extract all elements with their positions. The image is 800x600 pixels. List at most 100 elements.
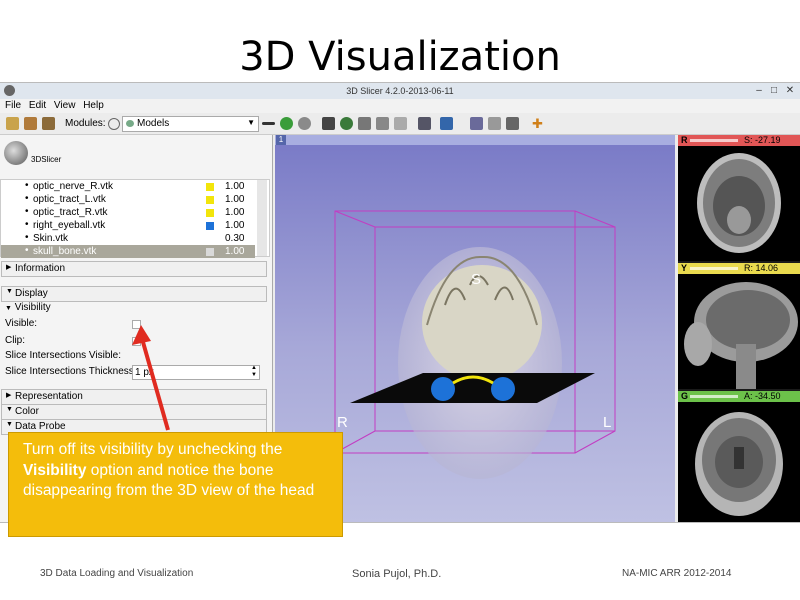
menu-file[interactable]: File	[5, 100, 21, 111]
red-slice-view[interactable]: R S: -27.19	[678, 135, 800, 261]
list-item-selected[interactable]: • skull_bone.vtk 1.00	[1, 245, 255, 258]
menu-edit[interactable]: Edit	[29, 100, 46, 111]
color-swatch[interactable]	[206, 248, 214, 256]
maximize-icon[interactable]: □	[767, 84, 781, 97]
model-name: Skin.vtk	[33, 233, 69, 244]
visible-checkbox[interactable]	[132, 320, 141, 329]
menu-help[interactable]: Help	[83, 100, 104, 111]
transform-icon[interactable]	[358, 117, 371, 130]
list-scrollbar[interactable]	[257, 180, 267, 256]
color-swatch[interactable]	[206, 222, 214, 230]
slice-letter: Y	[681, 263, 688, 273]
minimize-icon[interactable]: –	[752, 84, 766, 97]
layout-icon[interactable]	[418, 117, 431, 130]
skull-bone-model	[422, 265, 542, 381]
sagittal-mri-image	[684, 282, 798, 389]
slice-offset-value: R: 14.06	[744, 263, 779, 273]
screenshot-icon[interactable]	[470, 117, 483, 130]
slice-letter: G	[681, 391, 689, 401]
yellow-slice-view[interactable]: Y R: 14.06	[678, 263, 800, 389]
model-opacity[interactable]: 1.00	[225, 207, 244, 218]
slice-controller-bar[interactable]: Y R: 14.06	[678, 263, 800, 274]
visibility-group-label: Visibility	[14, 302, 51, 313]
eye-icon[interactable]: •	[25, 180, 29, 191]
color-swatch[interactable]	[206, 209, 214, 217]
model-opacity[interactable]: 1.00	[225, 220, 244, 231]
back-arrow-icon[interactable]	[280, 117, 293, 130]
mouse-mode-icon[interactable]	[440, 117, 453, 130]
modules-label: Modules:	[65, 118, 106, 129]
list-item[interactable]: • optic_tract_L.vtk 1.00	[1, 193, 255, 206]
model-opacity[interactable]: 0.30	[225, 233, 244, 244]
orientation-label-right: R	[337, 414, 348, 431]
model-opacity[interactable]: 1.00	[225, 181, 244, 192]
list-item[interactable]: • optic_nerve_R.vtk 1.00	[1, 180, 255, 193]
slice-offset-slider[interactable]	[690, 267, 738, 270]
clip-checkbox[interactable]	[132, 337, 141, 346]
model-name: optic_tract_R.vtk	[33, 207, 108, 218]
green-slice-view[interactable]: G A: -34.50	[678, 391, 800, 522]
callout-bold-text: Visibility	[23, 461, 87, 479]
slice-offset-slider[interactable]	[690, 395, 738, 398]
coronal-mri-image	[695, 412, 783, 516]
main-toolbar: Modules: Models ▼ ✚	[0, 114, 800, 135]
close-icon[interactable]: ✕	[783, 84, 797, 97]
volume-icon[interactable]	[340, 117, 353, 130]
eye-icon[interactable]: •	[25, 245, 29, 256]
orientation-label-superior: S	[471, 271, 482, 288]
editor-icon[interactable]	[376, 117, 389, 130]
chevron-down-icon: ▼	[247, 118, 255, 127]
module-history-icon[interactable]	[262, 122, 275, 125]
color-swatch[interactable]	[206, 235, 214, 243]
eye-icon[interactable]: •	[25, 232, 29, 243]
axial-mri-image	[697, 153, 781, 253]
visibility-group[interactable]: ▼ Visibility	[5, 302, 51, 313]
collapse-arrow-icon: ▼	[6, 406, 13, 413]
model-opacity[interactable]: 1.00	[225, 246, 244, 257]
forward-arrow-icon[interactable]	[298, 117, 311, 130]
section-label: Information	[15, 263, 66, 274]
extension-icon[interactable]	[506, 117, 519, 130]
list-item[interactable]: • Skin.vtk 0.30	[1, 232, 255, 245]
callout-text: Turn off its visibility by unchecking th…	[23, 441, 283, 458]
model-hierarchy-list: • optic_nerve_R.vtk 1.00 • optic_tract_L…	[0, 179, 270, 258]
save-icon[interactable]	[42, 117, 55, 130]
load-data-icon[interactable]	[6, 117, 19, 130]
slice-letter: R	[681, 135, 688, 145]
list-item[interactable]: • optic_tract_R.vtk 1.00	[1, 206, 255, 219]
crosshair-icon[interactable]: ✚	[532, 117, 545, 130]
orientation-label-inferior: I	[471, 553, 476, 570]
color-swatch[interactable]	[206, 196, 214, 204]
layout-cube-icon[interactable]	[322, 117, 335, 130]
color-section[interactable]: ▼ Color	[1, 404, 267, 420]
collapse-arrow-icon: ▼	[5, 305, 12, 312]
menu-view[interactable]: View	[54, 100, 76, 111]
orientation-label-left: L	[603, 414, 612, 431]
representation-section[interactable]: ▶ Representation	[1, 389, 267, 405]
slice-views: R S: -27.19 Y R: 14.06 G A: -34.50	[678, 135, 800, 522]
window-titlebar: 3D Slicer 4.2.0-2013-06-11 – □ ✕	[0, 83, 800, 99]
eye-icon[interactable]: •	[25, 193, 29, 204]
footer-center: Sonia Pujol, Ph.D.	[352, 568, 442, 580]
color-swatch[interactable]	[206, 183, 214, 191]
display-section[interactable]: ▼ Display	[1, 286, 267, 302]
slicer-logo	[4, 141, 28, 165]
eye-icon[interactable]: •	[25, 219, 29, 230]
expand-arrow-icon: ▶	[6, 392, 12, 399]
thickness-spinbox[interactable]: 1 px ▲ ▼	[132, 365, 260, 380]
load-dicom-icon[interactable]	[24, 117, 37, 130]
model-name: skull_bone.vtk	[33, 246, 97, 257]
spin-arrows-icon[interactable]: ▲ ▼	[251, 365, 257, 379]
footer-left: 3D Data Loading and Visualization	[40, 568, 194, 579]
information-section[interactable]: ▶ Information	[1, 261, 267, 277]
eye-icon[interactable]: •	[25, 206, 29, 217]
ruler-icon[interactable]	[394, 117, 407, 130]
scene-view-icon[interactable]	[488, 117, 501, 130]
list-item[interactable]: • right_eyeball.vtk 1.00	[1, 219, 255, 232]
slice-offset-slider[interactable]	[690, 139, 738, 142]
search-icon[interactable]	[108, 118, 120, 130]
slice-controller-bar[interactable]: R S: -27.19	[678, 135, 800, 146]
module-selector[interactable]: Models ▼	[122, 116, 259, 132]
model-opacity[interactable]: 1.00	[225, 194, 244, 205]
slice-controller-bar[interactable]: G A: -34.50	[678, 391, 800, 402]
